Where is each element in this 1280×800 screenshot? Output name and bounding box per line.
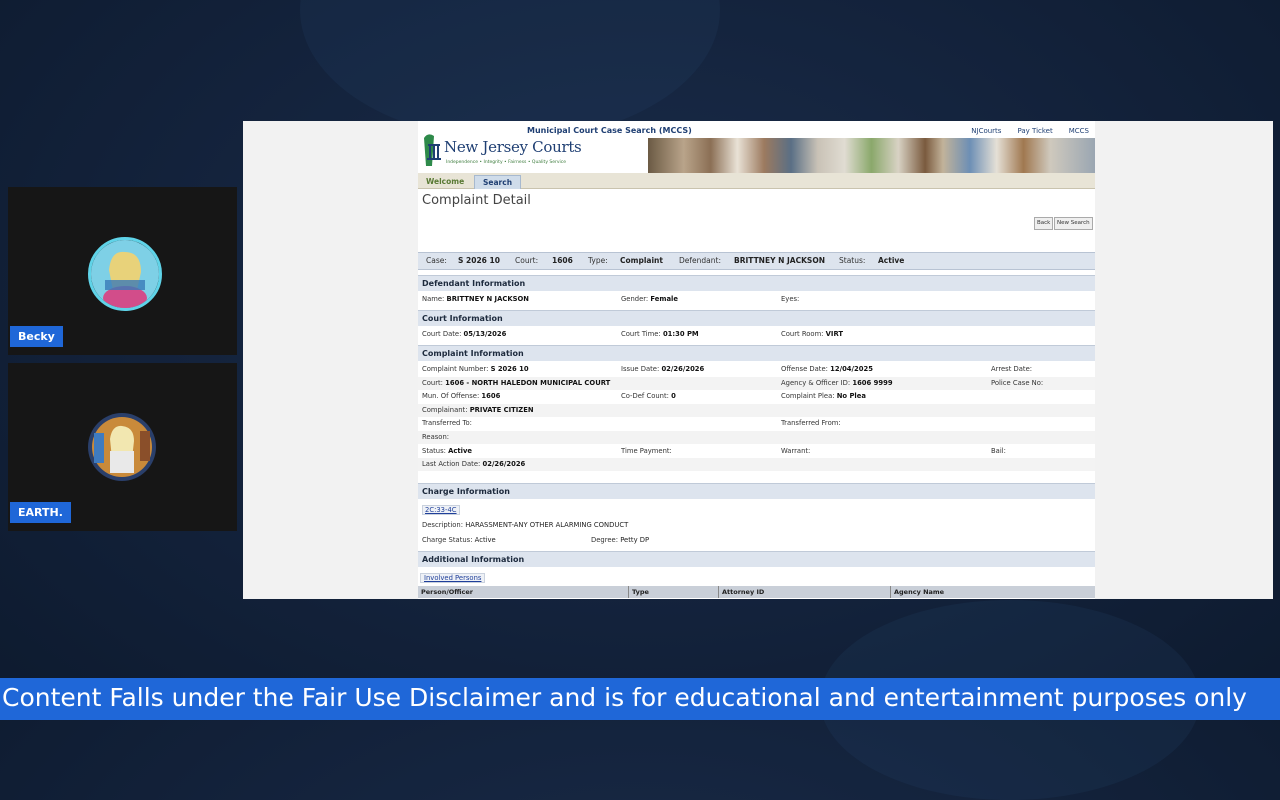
charge-row: Description: HARASSMENT-ANY OTHER ALARMI…: [422, 521, 629, 529]
charge-statute-link[interactable]: 2C:33-4C: [422, 505, 460, 515]
new-search-button[interactable]: New Search: [1054, 217, 1093, 230]
avatar: [88, 413, 156, 481]
tab-involved-persons[interactable]: Involved Persons: [420, 573, 486, 583]
participant-tile-earth[interactable]: EARTH.: [8, 363, 237, 531]
column-header: Agency Name: [890, 586, 944, 598]
section-complaint-information: Complaint Information: [418, 345, 1095, 361]
link-njcourts[interactable]: NJCourts: [971, 127, 1001, 135]
case-status: Active: [878, 256, 905, 265]
participant-name-tag: Becky: [10, 326, 63, 347]
site-header: Municipal Court Case Search (MCCS) NJCou…: [418, 121, 1095, 173]
involved-persons-table-header: Person/Officer Type Attorney ID Agency N…: [418, 586, 1095, 598]
case-type: Complaint: [620, 256, 663, 265]
complaint-row: Transferred To: Transferred From:: [422, 419, 841, 427]
court-number: 1606: [552, 256, 573, 265]
link-pay-ticket[interactable]: Pay Ticket: [1017, 127, 1052, 135]
tab-search[interactable]: Search: [474, 175, 522, 189]
nj-courts-logo[interactable]: New Jersey Courts Independence • Integri…: [422, 132, 582, 170]
back-button[interactable]: Back: [1034, 217, 1054, 230]
column-header: Person/Officer: [421, 588, 473, 596]
column-header: Type: [628, 586, 649, 598]
logo-text: New Jersey Courts: [444, 138, 582, 156]
complaint-row: Complaint Number: S 2026 10 Issue Date: …: [422, 365, 1033, 373]
page-title: Complaint Detail: [422, 193, 531, 208]
charge-row: Charge Status: Active Degree: Petty DP: [422, 536, 650, 544]
section-court-information: Court Information: [418, 310, 1095, 326]
courthouse-photo-banner: [648, 138, 1095, 173]
case-summary-bar: Case: S 2026 10 Court: 1606 Type: Compla…: [418, 252, 1095, 270]
case-number: S 2026 10: [458, 256, 500, 265]
section-charge-information: Charge Information: [418, 483, 1095, 499]
courthouse-emblem-icon: [424, 134, 441, 166]
complaint-row: Court: 1606 - NORTH HALEDON MUNICIPAL CO…: [418, 377, 1095, 390]
complaint-row: Status: Active Time Payment: Warrant: Ba…: [422, 447, 1006, 455]
defendant-row: Name: BRITTNEY N JACKSON Gender: Female …: [422, 295, 800, 303]
link-mccs[interactable]: MCCS: [1069, 127, 1089, 135]
tab-welcome[interactable]: Welcome: [418, 175, 472, 188]
section-additional-information: Additional Information: [418, 551, 1095, 567]
column-header: Attorney ID: [718, 586, 764, 598]
complaint-row: Complainant: PRIVATE CITIZEN: [418, 404, 1095, 417]
court-page: Municipal Court Case Search (MCCS) NJCou…: [418, 121, 1095, 599]
court-row: Court Date: 05/13/2026 Court Time: 01:30…: [422, 330, 844, 338]
defendant-name: BRITTNEY N JACKSON: [734, 256, 825, 265]
logo-tagline: Independence • Integrity • Fairness • Qu…: [446, 160, 567, 165]
disclaimer-ticker: Content Falls under the Fair Use Disclai…: [0, 678, 1280, 720]
participant-tile-becky[interactable]: Becky: [8, 187, 237, 355]
nav-tabs: Welcome Search: [418, 173, 1095, 189]
top-links: NJCourts Pay Ticket MCCS: [971, 127, 1089, 135]
complaint-row: Last Action Date: 02/26/2026: [418, 458, 1095, 471]
participant-name-tag: EARTH.: [10, 502, 71, 523]
section-defendant-information: Defendant Information: [418, 275, 1095, 291]
background-shape: [300, 0, 720, 140]
complaint-row: Reason:: [418, 431, 1095, 444]
complaint-row: Mun. Of Offense: 1606 Co-Def Count: 0 Co…: [422, 392, 866, 400]
avatar: [88, 237, 162, 311]
shared-screen: Municipal Court Case Search (MCCS) NJCou…: [243, 121, 1273, 599]
